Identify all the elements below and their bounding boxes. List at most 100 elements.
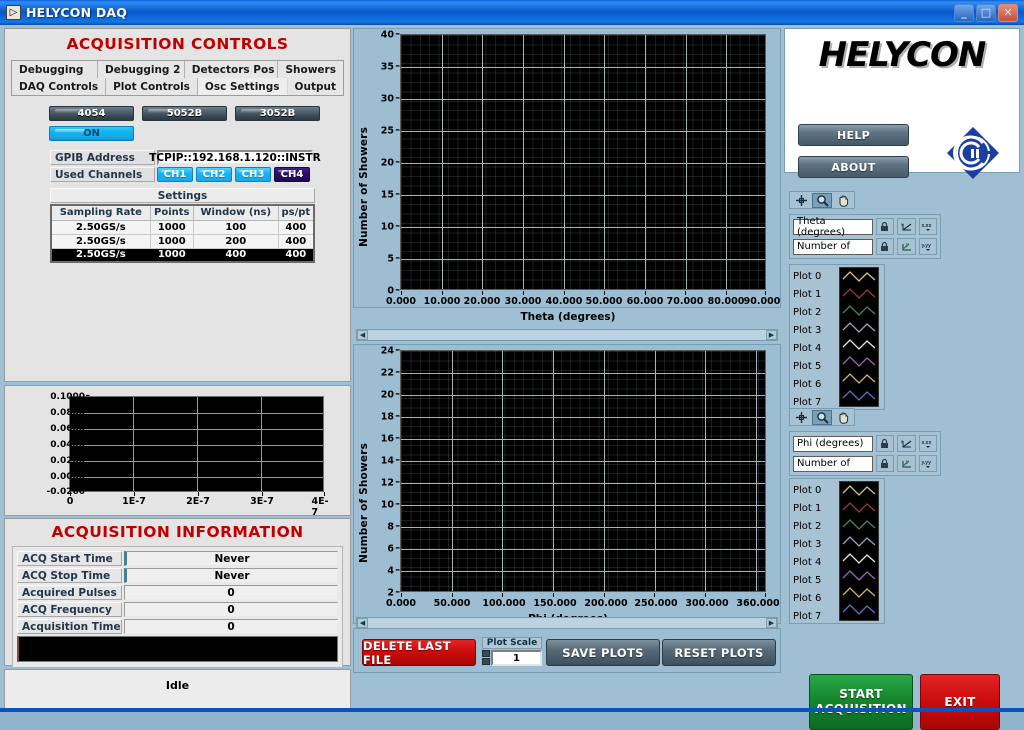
- help-button[interactable]: HELP: [798, 124, 909, 146]
- list-item[interactable]: Plot 1: [790, 285, 884, 303]
- hand-icon[interactable]: [833, 193, 853, 208]
- list-item[interactable]: Plot 4: [790, 553, 884, 571]
- legend-label: Plot 3: [793, 324, 822, 336]
- channel-toggle-ch4[interactable]: CH4: [274, 167, 310, 182]
- scroll-left-icon[interactable]: ◀: [357, 618, 368, 628]
- list-item[interactable]: Plot 7: [790, 607, 884, 625]
- theta-x-axis-input[interactable]: Theta (degrees): [793, 216, 873, 238]
- lock-icon[interactable]: [875, 238, 895, 255]
- hand-icon[interactable]: [833, 410, 853, 425]
- x-number-format-icon[interactable]: x.xx: [918, 218, 937, 235]
- theta-y-axis-input[interactable]: Number of: [793, 238, 873, 255]
- about-button[interactable]: ABOUT: [798, 156, 909, 178]
- gpib-address-input[interactable]: TCPIP::192.168.1.120::INSTR: [149, 150, 321, 165]
- theta-plot-area[interactable]: [400, 34, 766, 290]
- theta-ytick: 5: [368, 253, 400, 265]
- autoscale-y-icon[interactable]: y: [897, 238, 916, 255]
- crosshair-icon[interactable]: [791, 193, 811, 208]
- table-row[interactable]: 2.50GS/s 1000 200 400: [50, 233, 315, 249]
- reset-plots-button[interactable]: RESET PLOTS: [662, 639, 776, 666]
- plot-scale-input[interactable]: 1: [491, 650, 542, 666]
- acquisition-time-label: Acquisition Time: [17, 619, 122, 634]
- theta-ytick: 35: [368, 61, 400, 73]
- list-item[interactable]: Plot 5: [790, 571, 884, 589]
- list-item[interactable]: Plot 0: [790, 481, 884, 499]
- stepper-down-icon[interactable]: [482, 658, 490, 665]
- list-item[interactable]: Plot 6: [790, 589, 884, 607]
- autoscale-x-icon[interactable]: x: [897, 218, 916, 235]
- waveform-plot-area[interactable]: [69, 396, 324, 492]
- list-item[interactable]: Plot 3: [790, 321, 884, 339]
- channel-toggle-ch3[interactable]: CH3: [235, 167, 271, 182]
- x-number-format-icon[interactable]: x.xx: [918, 435, 937, 452]
- tab-debugging[interactable]: Debugging: [12, 61, 98, 78]
- save-plots-button[interactable]: SAVE PLOTS: [546, 639, 660, 666]
- channel-buttons: CH1 CH2 CH3 CH4: [157, 167, 310, 182]
- window-title: HELYCON DAQ: [26, 5, 128, 20]
- tab-detectors-pos[interactable]: Detectors Pos: [184, 61, 279, 78]
- tab-osc-settings[interactable]: Osc Settings: [197, 78, 288, 95]
- tab-showers[interactable]: Showers: [278, 61, 343, 78]
- scroll-left-icon[interactable]: ◀: [357, 330, 368, 340]
- phi-plot-legend[interactable]: Plot 0 Plot 1 Plot 2 Plot 3 Plot 4 Plot …: [789, 478, 885, 624]
- list-item[interactable]: Plot 4: [790, 339, 884, 357]
- phi-ytick: 20: [370, 389, 400, 401]
- tab-label: Plot Controls: [113, 80, 190, 93]
- phi-plot-area[interactable]: [400, 350, 766, 592]
- theta-horizontal-scrollbar[interactable]: ◀ ▶: [356, 329, 778, 341]
- plot-scale-control: Plot Scale 1: [482, 637, 542, 666]
- minimize-button[interactable]: _: [954, 3, 974, 22]
- theta-chart-panel: Number of Showers 40 – 35 – 30 – 25 – 20…: [353, 28, 781, 323]
- plot-scale-stepper[interactable]: [482, 650, 490, 666]
- theta-plot-tool-strip: [789, 191, 855, 209]
- tab-output[interactable]: Output: [287, 78, 343, 95]
- device-button-5052b[interactable]: 5052B: [142, 106, 227, 121]
- start-acquisition-button[interactable]: START ACQUISITION: [809, 674, 913, 730]
- tab-plot-controls[interactable]: Plot Controls: [106, 78, 198, 95]
- exit-button[interactable]: EXIT: [920, 674, 1000, 730]
- autoscale-y-icon[interactable]: y: [897, 455, 916, 472]
- list-item[interactable]: Plot 1: [790, 499, 884, 517]
- y-number-format-icon[interactable]: y.yy: [918, 455, 937, 472]
- list-item[interactable]: Plot 5: [790, 357, 884, 375]
- legend-label: Plot 2: [793, 520, 822, 532]
- list-item[interactable]: Plot 3: [790, 535, 884, 553]
- power-toggle[interactable]: ON: [49, 126, 134, 141]
- list-item[interactable]: Plot 2: [790, 517, 884, 535]
- settings-cell: 1000: [149, 233, 194, 249]
- phi-y-axis-input[interactable]: Number of: [793, 455, 873, 472]
- device-button-4054[interactable]: 4054: [49, 106, 134, 121]
- lock-icon[interactable]: [875, 218, 895, 235]
- theta-plot-legend[interactable]: Plot 0 Plot 1 Plot 2 Plot 3 Plot 4 Plot …: [789, 264, 885, 410]
- table-row-selected[interactable]: 2.50GS/s 1000 400 400: [50, 247, 315, 263]
- magnifier-icon[interactable]: [812, 409, 832, 425]
- lock-icon[interactable]: [875, 435, 895, 452]
- delete-last-file-button[interactable]: DELETE LAST FILE: [362, 639, 476, 667]
- legend-label: Plot 1: [793, 502, 822, 514]
- channel-toggle-ch2[interactable]: CH2: [196, 167, 232, 182]
- y-number-format-icon[interactable]: y.yy: [918, 238, 937, 255]
- scroll-right-icon[interactable]: ▶: [766, 330, 777, 340]
- scroll-right-icon[interactable]: ▶: [766, 618, 777, 628]
- table-row[interactable]: 2.50GS/s 1000 100 400: [50, 219, 315, 235]
- autoscale-x-icon[interactable]: x: [897, 435, 916, 452]
- phi-x-axis-input[interactable]: Phi (degrees): [793, 435, 873, 452]
- tab-daq-controls[interactable]: DAQ Controls: [12, 78, 107, 95]
- crosshair-icon[interactable]: [791, 410, 811, 425]
- plot-scale-label: Plot Scale: [482, 637, 542, 649]
- settings-cell: 400: [277, 219, 315, 235]
- lock-icon[interactable]: [875, 455, 895, 472]
- device-button-3052b[interactable]: 3052B: [235, 106, 320, 121]
- settings-table[interactable]: Sampling Rate Points Window (ns) ps/pt 2…: [50, 204, 315, 263]
- tab-debugging-2[interactable]: Debugging 2: [98, 61, 185, 78]
- magnifier-icon[interactable]: [812, 192, 832, 208]
- maximize-button[interactable]: □: [976, 3, 996, 22]
- close-button[interactable]: ✕: [998, 3, 1018, 22]
- list-item[interactable]: Plot 6: [790, 375, 884, 393]
- list-item[interactable]: Plot 2: [790, 303, 884, 321]
- stepper-up-icon[interactable]: [482, 650, 490, 657]
- list-item[interactable]: Plot 0: [790, 267, 884, 285]
- channel-toggle-ch1[interactable]: CH1: [157, 167, 193, 182]
- waveform-ytick: -0.0200: [33, 486, 90, 497]
- phi-xtick: 50.000: [433, 598, 471, 609]
